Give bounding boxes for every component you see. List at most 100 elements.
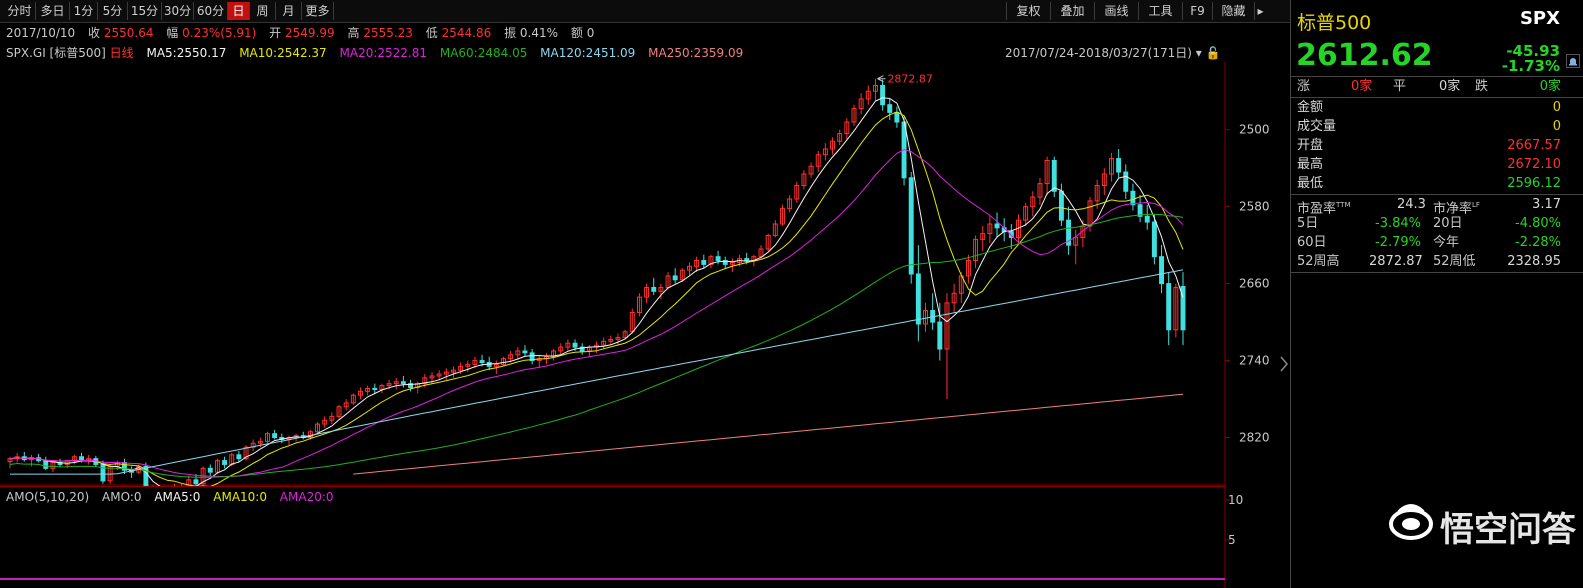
ma10-line (9, 111, 1184, 486)
ma-legend: SPX.GI [标普500] 日线 MA5:2550.17 MA10:2542.… (6, 44, 752, 62)
period-button-3[interactable]: 5分 (98, 2, 128, 20)
dropdown-arrow-icon[interactable]: ▾ (1196, 46, 1202, 60)
down-label: 跌 (1475, 79, 1489, 94)
ma5-line (9, 97, 1184, 486)
tool-button-3[interactable]: 工具 (1138, 2, 1182, 20)
tool-button-4[interactable]: F9 (1182, 2, 1212, 20)
info-close-label: 收 (88, 26, 101, 40)
52w-row: 52周高 2872.87 52周低 2328.95 (1297, 253, 1561, 271)
candle-body (272, 433, 278, 439)
period-button-1[interactable]: 多日 (36, 2, 70, 20)
52w-low-value: 2328.95 (1507, 254, 1561, 269)
info-open: 2549.99 (285, 26, 335, 40)
d20-value: -4.80% (1515, 216, 1561, 231)
candle-body (937, 321, 943, 350)
low-value: 2596.12 (1507, 176, 1561, 191)
up-count: 0家 (1351, 79, 1373, 94)
pb-value: 3.17 (1532, 197, 1561, 212)
period-button-10[interactable]: 更多 (302, 2, 334, 20)
info-close: 2550.64 (103, 26, 154, 40)
candlestick-chart[interactable]: 282027402660258025002872.872417.35 (0, 62, 1280, 486)
period-button-0[interactable]: 分时 (4, 2, 36, 20)
candle-body (915, 273, 921, 325)
wukong-logo-icon (1389, 504, 1433, 540)
y-tick-label: 2660 (1239, 277, 1270, 291)
info-open-label: 开 (269, 26, 282, 40)
divider (1291, 194, 1583, 195)
period-button-6[interactable]: 60分 (194, 2, 228, 20)
amount-value: 0 (1552, 100, 1561, 115)
candle-body (1159, 256, 1165, 285)
period-button-5[interactable]: 30分 (162, 2, 194, 20)
d60-label: 60日 (1297, 235, 1327, 250)
period-button-7[interactable]: 日 (228, 2, 250, 20)
ma250-value: MA250:2359.09 (648, 46, 744, 60)
info-amt-label: 额 (570, 26, 583, 40)
period-toolbar: 分时 多日 1分 5分 15分 30分 60分日周月更多 复权 叠加 画线 工具 F9 隐藏 ▸ (0, 0, 1290, 23)
divider (1291, 272, 1583, 273)
candle-body (79, 456, 84, 462)
volume-label: 成交量 (1297, 119, 1337, 134)
max-price-label: 2872.87 (887, 73, 933, 86)
amo-chart[interactable]: 10 5 (0, 486, 1280, 588)
52w-high-value: 2872.87 (1369, 254, 1423, 269)
candle-body (1144, 215, 1150, 223)
lock-icon[interactable]: 🔓 (1206, 46, 1221, 60)
candle-body (43, 460, 49, 469)
period-button-8[interactable]: 周 (250, 2, 276, 20)
d60-value: -2.79% (1375, 235, 1421, 250)
pe-value: 24.3 (1397, 197, 1426, 212)
candle-body (1116, 158, 1122, 173)
info-high: 2555.23 (363, 26, 413, 40)
candle-body (908, 177, 914, 275)
ytd-value: -2.28% (1515, 235, 1561, 250)
candle-body (715, 256, 721, 262)
info-low: 2544.86 (441, 26, 492, 40)
candle-body (1151, 221, 1157, 258)
ma250-line (353, 393, 1184, 475)
candle-body (207, 467, 213, 473)
alert-bell-icon[interactable] (1566, 54, 1580, 68)
ma120-line (10, 269, 1184, 475)
52w-low-label: 52周低 (1433, 254, 1476, 269)
d60-ytd-row: 60日 -2.79% 今年 -2.28% (1297, 234, 1561, 252)
amount-row: 金额 0 (1297, 99, 1561, 117)
candle-body (236, 454, 242, 460)
quote-name: 标普500 (1297, 12, 1372, 34)
collapse-arrow-icon[interactable] (1279, 355, 1289, 373)
candle-body (701, 260, 707, 265)
candle-body (651, 286, 657, 292)
candle-body (100, 463, 106, 482)
tool-button-5[interactable]: 隐藏 (1212, 2, 1254, 20)
tool-button-1[interactable]: 叠加 (1050, 2, 1094, 20)
tool-button-0[interactable]: 复权 (1006, 2, 1050, 20)
candle-body (522, 350, 528, 354)
info-date: 2017/10/10 (6, 26, 76, 40)
open-row: 开盘 2667.57 (1297, 137, 1561, 155)
candle-body (894, 111, 900, 123)
info-high-label: 高 (347, 26, 360, 40)
quote-price: 2612.62 (1296, 38, 1433, 73)
sub-y-tick-label: 10 (1228, 493, 1243, 507)
quote-code: SPX (1519, 8, 1560, 29)
period-button-9[interactable]: 月 (276, 2, 302, 20)
period-button-4[interactable]: 15分 (128, 2, 162, 20)
candle-body (672, 275, 678, 281)
down-count: 0家 (1539, 79, 1561, 94)
pe-pb-row: 市盈率TTM 24.3 市净率LF 3.17 (1297, 196, 1561, 216)
d20-label: 20日 (1433, 216, 1463, 231)
info-range-label: 幅 (166, 26, 179, 40)
info-amt: 0 (586, 26, 595, 40)
tool-button-2[interactable]: 画线 (1094, 2, 1138, 20)
candle-body (1130, 190, 1136, 206)
info-range: 0.23%(5.91) (182, 26, 257, 40)
y-tick-label: 2500 (1239, 123, 1270, 137)
candle-body (479, 360, 485, 363)
period-button-2[interactable]: 1分 (70, 2, 98, 20)
date-range: 2017/07/24-2018/03/27(171日) ▾ 🔓 (1005, 44, 1221, 61)
candle-body (887, 104, 893, 113)
candle-body (1123, 171, 1129, 192)
flat-label: 平 (1393, 79, 1407, 94)
candle-body (1058, 190, 1064, 221)
hide-arrow-icon[interactable]: ▸ (1254, 2, 1266, 20)
